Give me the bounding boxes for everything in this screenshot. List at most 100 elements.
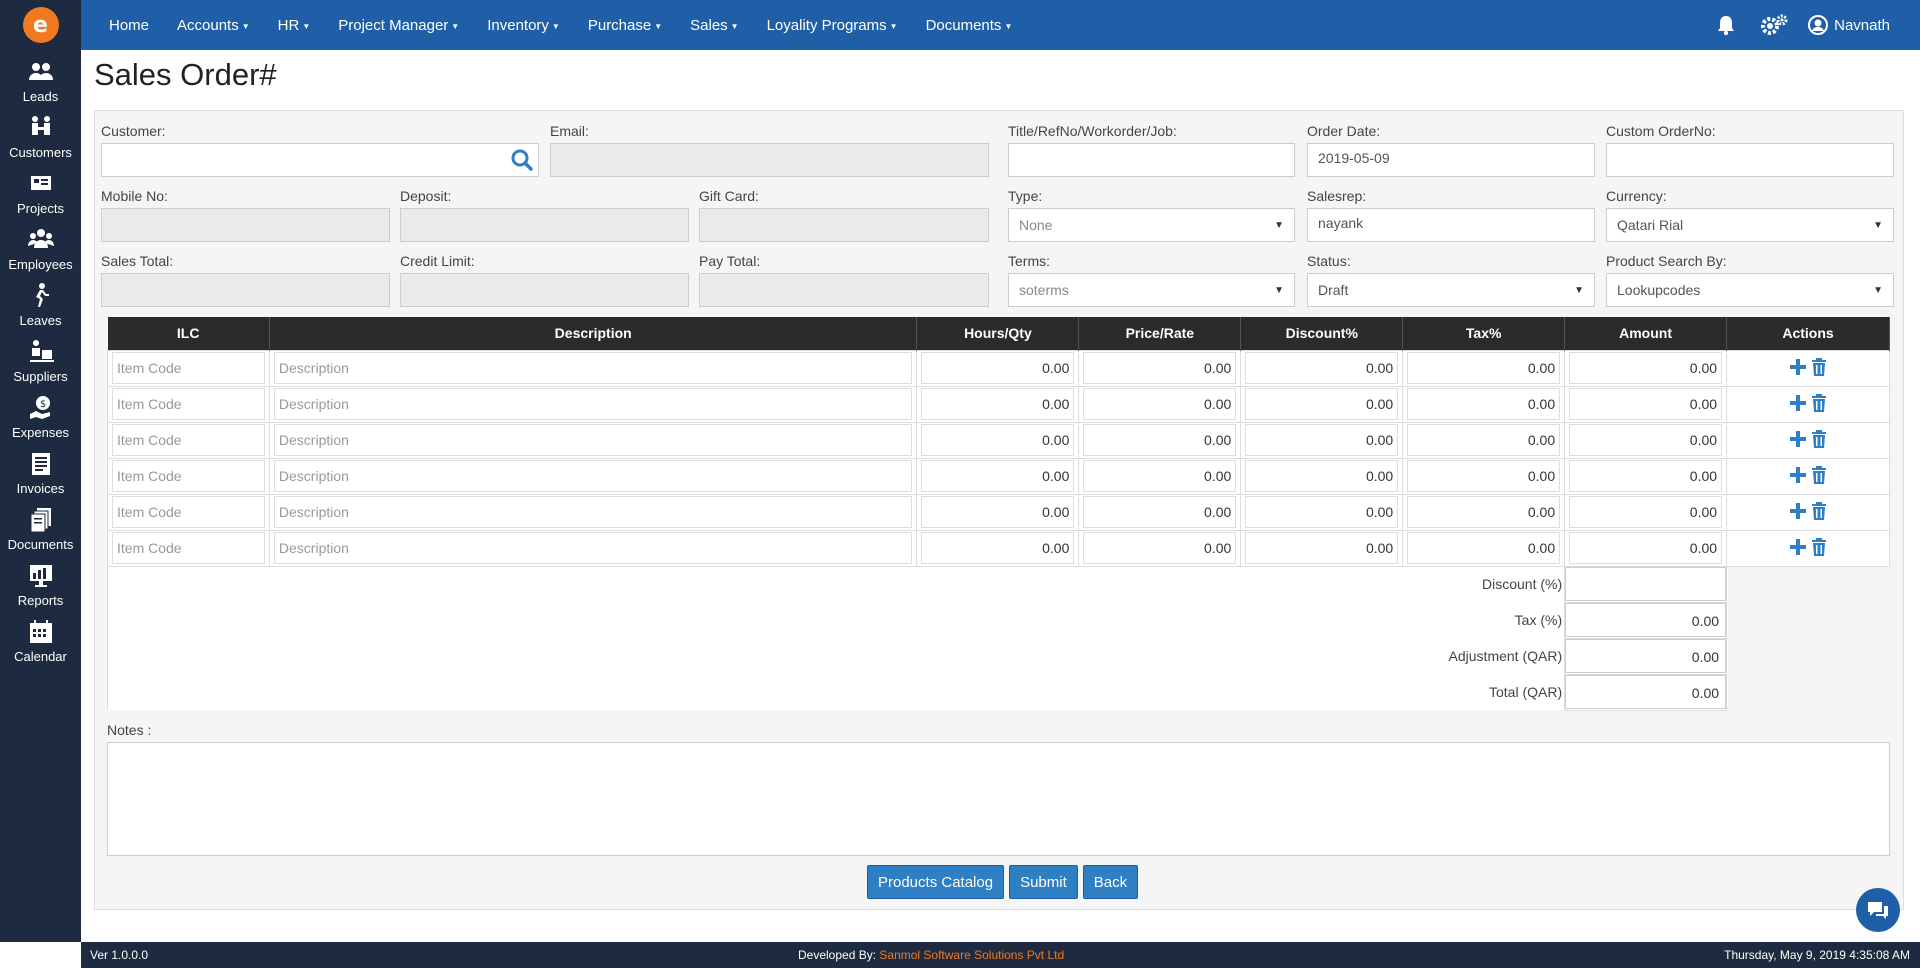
table-cell: Item Code	[107, 493, 270, 531]
email-input[interactable]	[550, 143, 989, 177]
add-row-plus-icon[interactable]	[1789, 538, 1807, 556]
delete-row-trash-icon[interactable]	[1811, 393, 1827, 412]
nav-documents[interactable]: Documents ▼	[912, 0, 1027, 50]
add-row-plus-icon[interactable]	[1789, 502, 1807, 520]
user-menu[interactable]: Navnath	[1798, 15, 1920, 35]
credit-limit-input[interactable]	[400, 273, 689, 307]
description-input[interactable]: Description	[273, 424, 913, 456]
chat-button[interactable]	[1856, 888, 1900, 932]
currency-select[interactable]: Qatari Rial ▼	[1606, 208, 1894, 242]
price-input[interactable]: 0.00	[1083, 532, 1237, 564]
nav-purchase[interactable]: Purchase ▼	[574, 0, 676, 50]
sidebar-item-calendar[interactable]: Calendar	[0, 610, 81, 666]
gift-card-input[interactable]	[699, 208, 989, 242]
item-code-input[interactable]: Item Code	[112, 424, 265, 456]
qty-input[interactable]: 0.00	[921, 424, 1075, 456]
sidebar-item-expenses[interactable]: $ Expenses	[0, 386, 81, 442]
sidebar-item-customers[interactable]: Customers	[0, 106, 81, 162]
tax-input[interactable]: 0.00	[1407, 388, 1561, 420]
custom-order-no-input[interactable]	[1606, 143, 1894, 177]
terms-select[interactable]: soterms ▼	[1008, 273, 1295, 307]
sidebar-item-employees[interactable]: Employees	[0, 218, 81, 274]
delete-row-trash-icon[interactable]	[1811, 357, 1827, 376]
products-catalog-button[interactable]: Products Catalog	[867, 865, 1005, 899]
price-input[interactable]: 0.00	[1083, 424, 1237, 456]
qty-input[interactable]: 0.00	[921, 388, 1075, 420]
nav-project-manager[interactable]: Project Manager ▼	[324, 0, 473, 50]
tax-input[interactable]: 0.00	[1407, 460, 1561, 492]
notes-textarea[interactable]	[107, 742, 1890, 856]
search-icon[interactable]	[510, 148, 534, 172]
item-code-input[interactable]: Item Code	[112, 460, 265, 492]
title-ref-input[interactable]	[1008, 143, 1295, 177]
discount-input[interactable]: 0.00	[1245, 424, 1399, 456]
nav-loyality-programs[interactable]: Loyality Programs ▼	[753, 0, 912, 50]
discount-input[interactable]: 0.00	[1245, 496, 1399, 528]
back-button[interactable]: Back	[1082, 865, 1139, 899]
sidebar-item-documents[interactable]: Documents	[0, 498, 81, 554]
delete-row-trash-icon[interactable]	[1811, 465, 1827, 484]
discount-input[interactable]: 0.00	[1245, 352, 1399, 384]
delete-row-trash-icon[interactable]	[1811, 537, 1827, 556]
sidebar-item-leaves[interactable]: Leaves	[0, 274, 81, 330]
nav-accounts[interactable]: Accounts ▼	[163, 0, 264, 50]
add-row-plus-icon[interactable]	[1789, 466, 1807, 484]
qty-input[interactable]: 0.00	[921, 496, 1075, 528]
nav-home[interactable]: Home	[81, 0, 163, 50]
tax-input[interactable]: 0.00	[1565, 603, 1727, 637]
sales-total-input[interactable]	[101, 273, 390, 307]
price-input[interactable]: 0.00	[1083, 496, 1237, 528]
item-code-input[interactable]: Item Code	[112, 496, 265, 528]
price-input[interactable]: 0.00	[1083, 388, 1237, 420]
item-code-input[interactable]: Item Code	[112, 352, 265, 384]
submit-button[interactable]: Submit	[1009, 865, 1078, 899]
tax-input[interactable]: 0.00	[1407, 424, 1561, 456]
item-code-input[interactable]: Item Code	[112, 532, 265, 564]
company-link[interactable]: Sanmol Software Solutions Pvt Ltd	[879, 948, 1064, 962]
deposit-input[interactable]	[400, 208, 689, 242]
discount-input[interactable]: 0.00	[1245, 460, 1399, 492]
pay-total-input[interactable]	[699, 273, 989, 307]
description-input[interactable]: Description	[273, 460, 913, 492]
description-input[interactable]: Description	[273, 388, 913, 420]
app-logo[interactable]: e	[0, 0, 81, 50]
qty-input[interactable]: 0.00	[921, 352, 1075, 384]
customer-input[interactable]	[101, 143, 539, 177]
discount-input[interactable]: 0.00	[1245, 532, 1399, 564]
price-input[interactable]: 0.00	[1083, 352, 1237, 384]
sidebar-item-reports[interactable]: Reports	[0, 554, 81, 610]
delete-row-trash-icon[interactable]	[1811, 501, 1827, 520]
nav-hr[interactable]: HR ▼	[264, 0, 325, 50]
tax-input[interactable]: 0.00	[1407, 532, 1561, 564]
delete-row-trash-icon[interactable]	[1811, 429, 1827, 448]
qty-input[interactable]: 0.00	[921, 532, 1075, 564]
tax-input[interactable]: 0.00	[1407, 352, 1561, 384]
add-row-plus-icon[interactable]	[1789, 358, 1807, 376]
notifications-bell-icon[interactable]	[1702, 0, 1750, 50]
type-select[interactable]: None ▼	[1008, 208, 1295, 242]
description-input[interactable]: Description	[273, 532, 913, 564]
sidebar-item-suppliers[interactable]: Suppliers	[0, 330, 81, 386]
status-select[interactable]: Draft ▼	[1307, 273, 1595, 307]
sidebar-item-leads[interactable]: Leads	[0, 50, 81, 106]
tax-input[interactable]: 0.00	[1407, 496, 1561, 528]
order-date-input[interactable]: 2019-05-09	[1307, 143, 1595, 177]
settings-gears-icon[interactable]	[1750, 0, 1798, 50]
sidebar-item-projects[interactable]: Projects	[0, 162, 81, 218]
discount-input[interactable]: 0.00	[1245, 388, 1399, 420]
salesrep-input[interactable]: nayank	[1307, 208, 1595, 242]
nav-sales[interactable]: Sales ▼	[676, 0, 752, 50]
description-input[interactable]: Description	[273, 352, 913, 384]
price-input[interactable]: 0.00	[1083, 460, 1237, 492]
mobile-input[interactable]	[101, 208, 390, 242]
qty-input[interactable]: 0.00	[921, 460, 1075, 492]
item-code-input[interactable]: Item Code	[112, 388, 265, 420]
discount-input[interactable]	[1565, 567, 1727, 601]
sidebar-item-invoices[interactable]: Invoices	[0, 442, 81, 498]
add-row-plus-icon[interactable]	[1789, 394, 1807, 412]
product-search-select[interactable]: Lookupcodes ▼	[1606, 273, 1894, 307]
adjustment-input[interactable]: 0.00	[1565, 639, 1727, 673]
nav-inventory[interactable]: Inventory ▼	[473, 0, 574, 50]
add-row-plus-icon[interactable]	[1789, 430, 1807, 448]
description-input[interactable]: Description	[273, 496, 913, 528]
